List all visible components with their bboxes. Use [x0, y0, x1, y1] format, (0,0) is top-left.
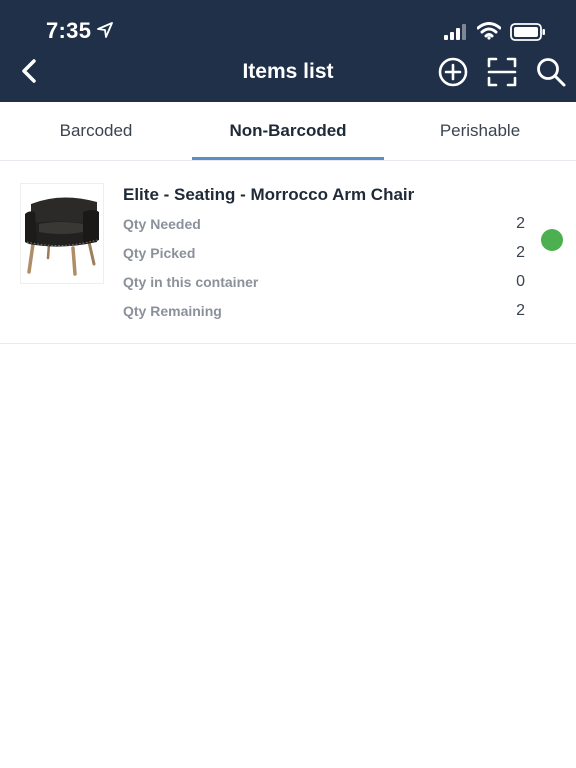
- status-indicator: [541, 229, 563, 251]
- tab-bar: Barcoded Non-Barcoded Perishable: [0, 102, 576, 161]
- qty-remaining-value: 2: [516, 302, 525, 319]
- item-thumbnail: [20, 183, 104, 284]
- scan-frame-icon[interactable]: [486, 56, 518, 88]
- qty-picked-value: 2: [516, 244, 525, 261]
- tab-non-barcoded[interactable]: Non-Barcoded: [192, 102, 384, 160]
- qty-needed-label: Qty Needed: [123, 216, 201, 232]
- app-header: 7:35 Items list: [0, 0, 576, 102]
- signal-icon: [444, 24, 466, 40]
- qty-in-container-label: Qty in this container: [123, 274, 259, 290]
- qty-picked-label: Qty Picked: [123, 245, 196, 261]
- qty-in-container-value: 0: [516, 273, 525, 290]
- search-icon[interactable]: [535, 56, 567, 88]
- nav-bar: Items list: [0, 50, 576, 96]
- status-time: 7:35: [46, 18, 92, 43]
- qty-needed-value: 2: [516, 215, 525, 232]
- battery-icon: [510, 23, 545, 41]
- plus-circle-icon[interactable]: [437, 56, 469, 88]
- page-title: Items list: [242, 60, 334, 83]
- wifi-icon: [477, 22, 501, 40]
- active-tab-indicator: [192, 157, 384, 160]
- list-item[interactable]: Elite - Seating - Morrocco Arm Chair Qty…: [0, 163, 576, 344]
- tab-barcoded[interactable]: Barcoded: [0, 102, 192, 160]
- location-arrow-icon: [97, 22, 113, 38]
- item-name: Elite - Seating - Morrocco Arm Chair: [123, 185, 415, 204]
- qty-remaining-label: Qty Remaining: [123, 303, 222, 319]
- armchair-image: [25, 197, 99, 276]
- tab-perishable[interactable]: Perishable: [384, 102, 576, 160]
